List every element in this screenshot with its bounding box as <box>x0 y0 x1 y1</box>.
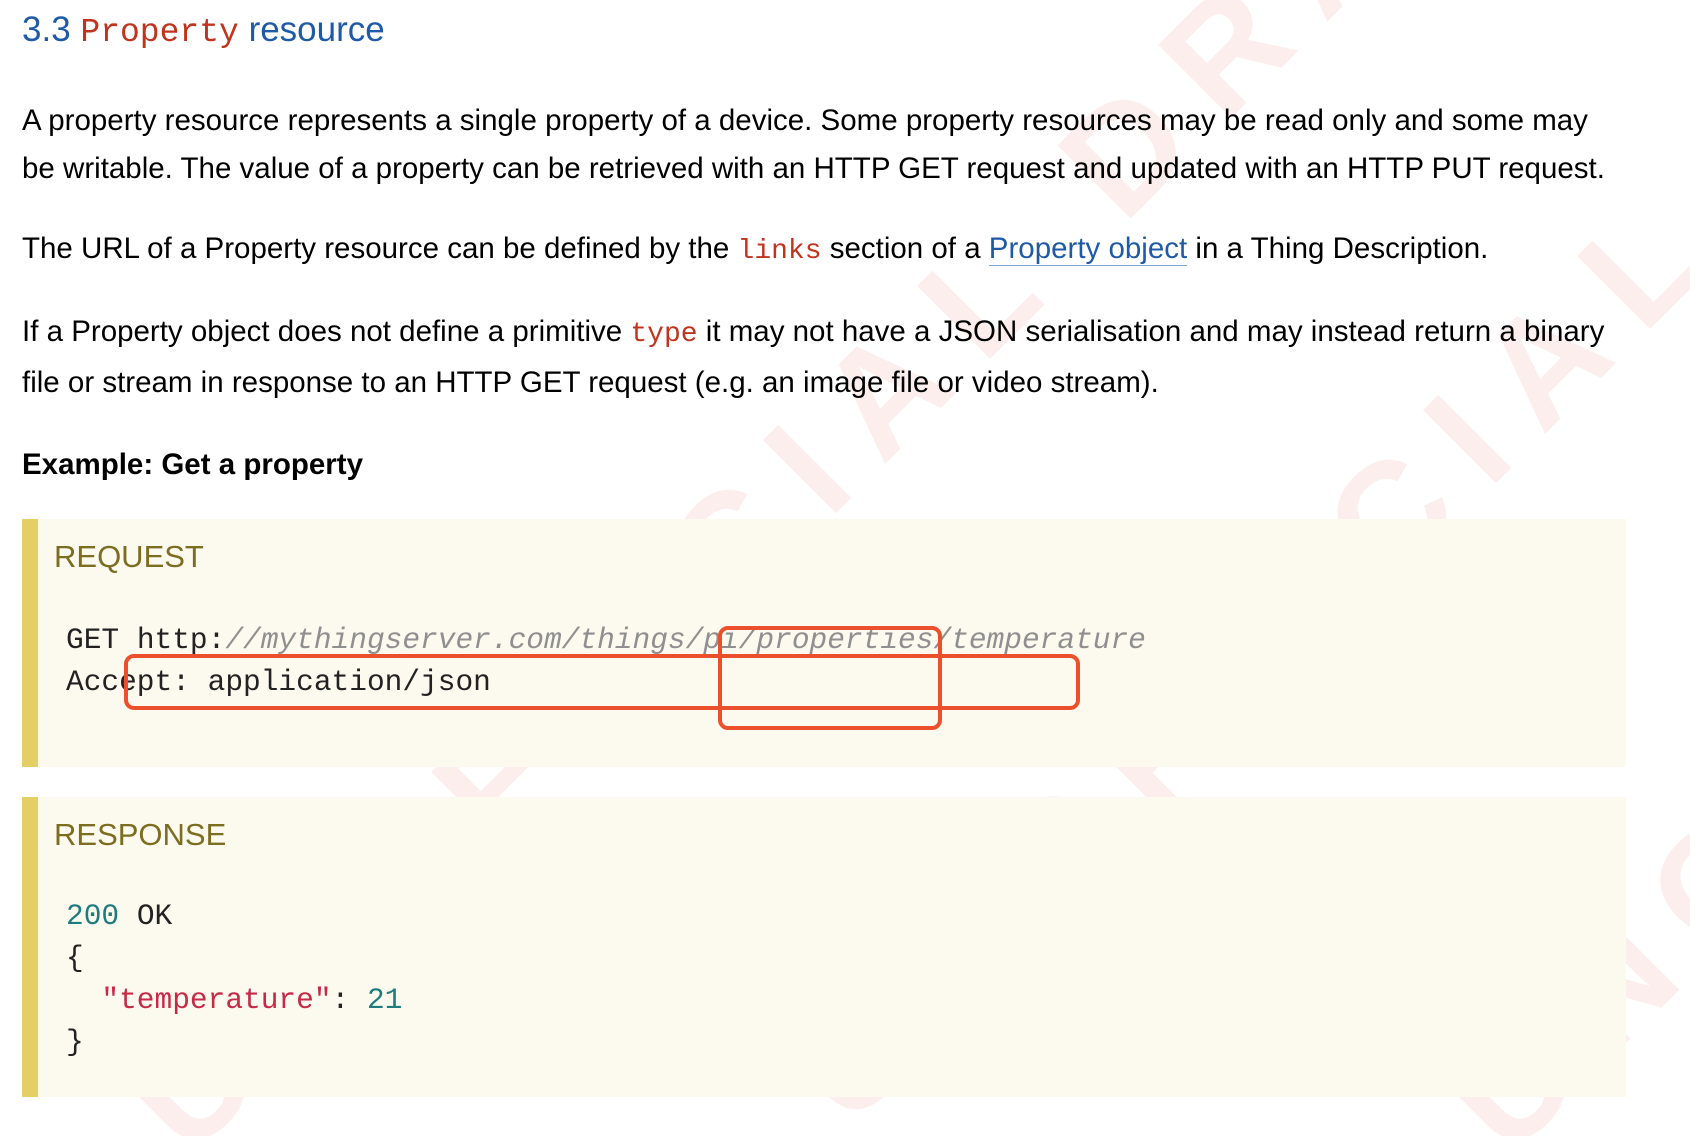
request-url-path: //mythingserver.com/things/pi/properties… <box>225 623 1146 657</box>
p2-text-middle: section of a <box>821 232 989 265</box>
inline-code-type: type <box>630 319 698 350</box>
section-heading: 3.3 Property resource <box>22 6 1622 57</box>
paragraph-binary: If a Property object does not define a p… <box>22 308 1622 407</box>
example-heading: Example: Get a property <box>22 448 363 481</box>
section-number: 3.3 <box>22 10 71 49</box>
json-close-brace: } <box>66 1025 84 1059</box>
response-label: RESPONSE <box>54 817 227 852</box>
json-value-temperature: 21 <box>366 983 403 1017</box>
paragraph-url: The URL of a Property resource can be de… <box>22 225 1622 276</box>
inline-code-links: links <box>737 236 822 267</box>
json-open-brace: { <box>66 941 84 975</box>
request-accept-header: Accept: application/json <box>66 665 491 699</box>
response-status-text: OK <box>136 899 173 933</box>
section-title-code: Property <box>80 14 239 51</box>
request-example-block: REQUEST GET http://mythingserver.com/thi… <box>22 519 1626 767</box>
document-section: 3.3 Property resource A property resourc… <box>22 0 1626 1097</box>
p2-text-before: The URL of a Property resource can be de… <box>22 232 738 265</box>
paragraph-intro: A property resource represents a single … <box>22 104 1605 185</box>
property-object-link[interactable]: Property object <box>988 232 1188 266</box>
p2-text-after: in a Thing Description. <box>1187 232 1489 265</box>
p3-text-before: If a Property object does not define a p… <box>22 315 631 348</box>
request-method: GET <box>66 623 120 657</box>
request-url-scheme: http: <box>136 623 226 657</box>
request-code[interactable]: GET http://mythingserver.com/things/pi/p… <box>66 619 1146 703</box>
json-colon: : <box>331 983 367 1017</box>
response-example-block: RESPONSE 200 OK { "temperature": 21 } <box>22 797 1626 1097</box>
section-title-rest: resource <box>248 10 385 49</box>
request-label: REQUEST <box>54 539 204 574</box>
response-code[interactable]: 200 OK { "temperature": 21 } <box>66 895 402 1063</box>
response-status-code: 200 <box>66 899 120 933</box>
json-key-temperature: "temperature" <box>101 983 332 1017</box>
